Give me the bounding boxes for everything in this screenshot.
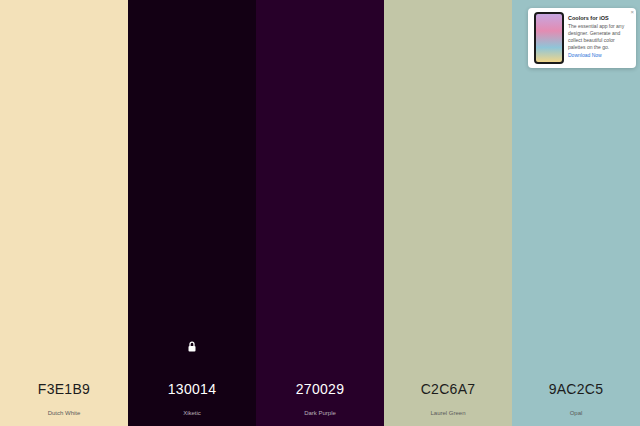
close-button[interactable]: ×: [630, 9, 634, 15]
color-swatch[interactable]: C2C6A7 Laurel Green: [384, 0, 512, 426]
ad-title: Coolors for iOS: [568, 14, 632, 22]
hex-code[interactable]: 270029: [296, 380, 345, 398]
color-name: Dark Purple: [304, 409, 336, 417]
color-name: Xiketic: [183, 409, 201, 417]
phone-picture: [534, 12, 564, 64]
hex-code[interactable]: C2C6A7: [421, 380, 476, 398]
hex-code[interactable]: 9AC2C5: [549, 380, 604, 398]
color-name: Opal: [570, 409, 583, 417]
ad-body: The essential app for any designer. Gene…: [568, 23, 632, 51]
hex-code[interactable]: 130014: [168, 380, 217, 398]
color-name: Laurel Green: [430, 409, 465, 417]
ad-card[interactable]: Coolors for iOSThe essential app for any…: [528, 8, 636, 68]
download-link[interactable]: Download Now: [568, 52, 632, 59]
lock-icon[interactable]: [188, 341, 196, 352]
color-swatch[interactable]: 270029 Dark Purple: [256, 0, 384, 426]
color-swatch[interactable]: F3E1B9 Dutch White: [0, 0, 128, 426]
color-swatch[interactable]: 130014 Xiketic: [128, 0, 256, 426]
hex-code[interactable]: F3E1B9: [38, 380, 90, 398]
palette-page: F3E1B9 Dutch White 130014 Xiketic 270029 Dark…: [0, 0, 640, 426]
color-name: Dutch White: [48, 409, 81, 417]
